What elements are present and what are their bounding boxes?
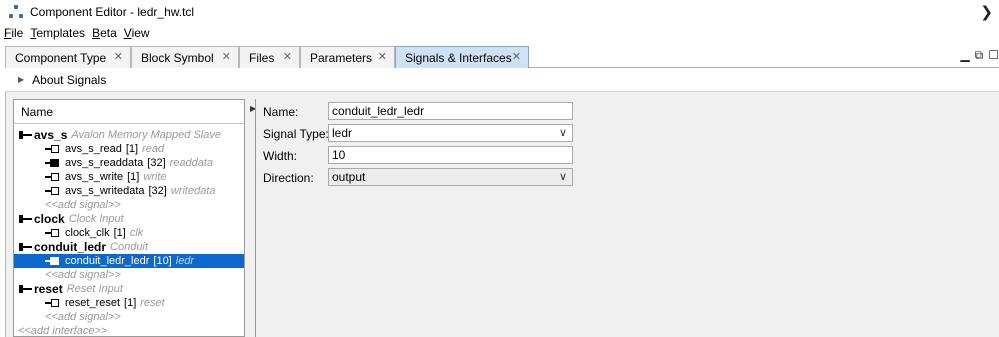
signal-row[interactable]: reset_reset [1] reset: [14, 296, 244, 310]
add-signal-link[interactable]: <<add signal>>: [14, 268, 244, 282]
interface-icon: [19, 243, 32, 251]
input-port-icon: [45, 187, 59, 195]
title-bar: Component Editor - ledr_hw.tcl ❯: [0, 0, 999, 24]
add-signal-link[interactable]: <<add signal>>: [14, 310, 244, 324]
name-field[interactable]: conduit_ledr_ledr: [328, 102, 573, 120]
interface-icon: [19, 285, 32, 293]
close-icon[interactable]: ✕: [114, 50, 123, 63]
tab-parameters[interactable]: Parameters ✕: [300, 46, 395, 68]
close-icon[interactable]: ✕: [222, 50, 231, 63]
tab-bar: Component Type ✕ Block Symbol ✕ Files ✕ Par…: [5, 46, 999, 68]
add-signal-link[interactable]: <<add signal>>: [14, 198, 244, 212]
tab-label: Component Type: [15, 50, 107, 65]
tab-component-type[interactable]: Component Type ✕: [5, 46, 131, 68]
tab-label: Files: [249, 50, 275, 65]
close-icon[interactable]: ✕: [378, 50, 387, 63]
menu-view[interactable]: View: [124, 26, 150, 40]
tree-header-name[interactable]: Name: [14, 100, 244, 124]
input-port-icon: [45, 173, 59, 181]
chevron-right-icon[interactable]: ❯: [980, 3, 993, 21]
app-icon: [8, 4, 24, 20]
tab-label: Parameters: [310, 50, 373, 65]
signal-row-selected[interactable]: conduit_ledr_ledr [10] ledr: [14, 254, 244, 268]
signal-type-combo[interactable]: ledr ∨: [328, 124, 573, 142]
tab-signals-interfaces[interactable]: Signals & Interfaces ✕: [395, 46, 529, 68]
interface-icon: [19, 131, 32, 139]
panel-splitter[interactable]: ▶: [248, 99, 256, 337]
input-port-icon: [45, 299, 59, 307]
width-label: Width:: [263, 149, 298, 163]
direction-value: output: [332, 170, 366, 184]
signal-details-panel: Name: conduit_ledr_ledr Signal Type: led…: [257, 92, 999, 337]
signals-tree: Name avs_s Avalon Memory Mapped Slave av…: [13, 99, 245, 337]
width-field[interactable]: 10: [328, 146, 573, 164]
interface-row-reset[interactable]: reset Reset Input: [14, 282, 244, 296]
menu-beta[interactable]: Beta: [92, 26, 117, 40]
menu-templates[interactable]: Templates: [30, 26, 85, 40]
maximize-icon[interactable]: ☐: [988, 48, 999, 63]
expand-arrow-icon[interactable]: ▶: [18, 75, 24, 84]
interface-icon: [19, 215, 32, 223]
signal-row[interactable]: avs_s_write [1] write: [14, 170, 244, 184]
tab-block-symbol[interactable]: Block Symbol ✕: [131, 46, 239, 68]
menu-bar: File Templates Beta View: [0, 24, 999, 42]
about-signals-label: About Signals: [32, 72, 107, 87]
input-port-icon: [45, 145, 59, 153]
chevron-down-icon[interactable]: ∨: [559, 169, 567, 185]
tab-label: Block Symbol: [141, 50, 214, 65]
interface-row-conduit-ledr[interactable]: conduit_ledr Conduit: [14, 240, 244, 254]
splitter-line: [255, 99, 256, 337]
restore-icon[interactable]: ⧉: [975, 48, 984, 63]
input-port-icon: [45, 229, 59, 237]
about-signals-section[interactable]: ▶ About Signals: [5, 68, 999, 92]
interface-row-clock[interactable]: clock Clock Input: [14, 212, 244, 226]
direction-label: Direction:: [263, 171, 314, 185]
interface-row-avs-s[interactable]: avs_s Avalon Memory Mapped Slave: [14, 128, 244, 142]
signal-type-label: Signal Type:: [263, 127, 329, 141]
window-controls: ▁ ⧉ ☐: [960, 48, 999, 63]
output-port-icon: [45, 159, 59, 167]
minimize-icon[interactable]: ▁: [960, 48, 969, 63]
name-label: Name:: [263, 105, 299, 119]
signal-row[interactable]: avs_s_readdata [32] readdata: [14, 156, 244, 170]
output-port-icon: [45, 257, 59, 265]
menu-file[interactable]: File: [4, 26, 23, 40]
signal-row[interactable]: avs_s_read [1] read: [14, 142, 244, 156]
direction-combo[interactable]: output ∨: [328, 168, 573, 186]
close-icon[interactable]: ✕: [283, 50, 292, 63]
tab-files[interactable]: Files ✕: [239, 46, 300, 68]
add-interface-link[interactable]: <<add interface>>: [14, 324, 244, 336]
tab-label: Signals & Interfaces: [405, 50, 512, 65]
chevron-down-icon[interactable]: ∨: [559, 125, 567, 141]
signal-type-value: ledr: [332, 126, 353, 140]
window-title: Component Editor - ledr_hw.tcl: [30, 5, 195, 19]
signal-row[interactable]: clock_clk [1] clk: [14, 226, 244, 240]
close-icon[interactable]: ✕: [512, 50, 521, 63]
signal-row[interactable]: avs_s_writedata [32] writedata: [14, 184, 244, 198]
